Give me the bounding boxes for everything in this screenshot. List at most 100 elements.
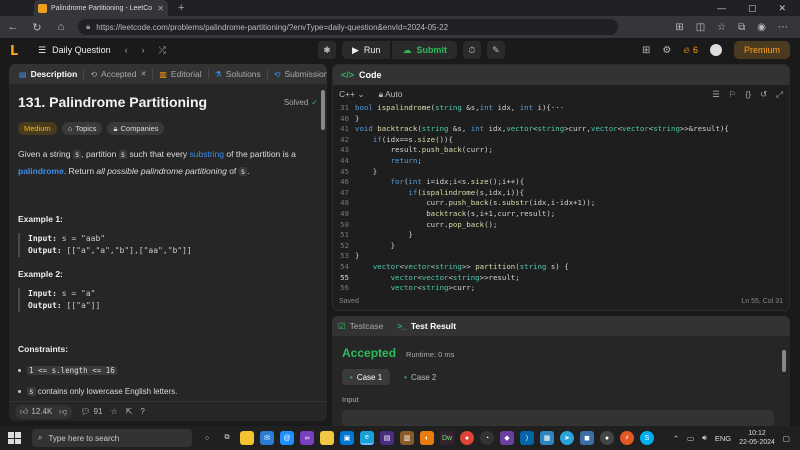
settings-gear-icon[interactable]: ⚙ (662, 45, 671, 56)
close-tab-icon[interactable]: ✕ (140, 70, 146, 78)
code-line[interactable]: 40} (333, 114, 789, 125)
braces-icon[interactable]: {} (745, 89, 751, 100)
github-icon[interactable]: ◔ (480, 431, 494, 445)
code-line[interactable]: 47 if(ispalindrome(s,idx,i)){ (333, 188, 789, 199)
code-editor[interactable]: 31 bool ispalindrome(string &s,int idx, i… (333, 103, 789, 293)
language-select[interactable]: C++ ⌄ (339, 89, 365, 100)
task-view-icon[interactable]: ⧉ (220, 431, 234, 445)
blender-icon[interactable]: ◐ (420, 431, 434, 445)
browser-tab[interactable]: Palindrome Partitioning - LeetCo ✕ (34, 0, 168, 16)
tab-submissions[interactable]: ⟲ Submissions (268, 69, 327, 79)
premium-button[interactable]: Premium (733, 41, 790, 59)
app-icon[interactable]: ◼ (580, 431, 594, 445)
tab-solutions[interactable]: ⚗ Solutions (209, 69, 268, 79)
tab-testcase[interactable]: ☑ Testcase (338, 321, 383, 332)
help-icon[interactable]: ? (140, 407, 144, 416)
dreamweaver-icon[interactable]: Dw (440, 431, 454, 445)
code-line[interactable]: 51 } (333, 230, 789, 241)
maximize-icon[interactable]: ▢ (748, 3, 757, 14)
clock[interactable]: 10:12 22-05-2024 (739, 429, 775, 447)
code-line[interactable]: 43 result.push_back(curr); (333, 145, 789, 156)
page-title[interactable]: 131. Palindrome Partitioning (18, 94, 207, 110)
daily-question-label[interactable]: Daily Question (52, 45, 111, 55)
palindrome-link[interactable]: palindrome (18, 166, 64, 176)
code-line[interactable]: 53} (333, 251, 789, 262)
collections-icon[interactable]: ⧉ (738, 22, 745, 33)
code-line[interactable]: 55 vector<vector<string>>result; (333, 273, 789, 284)
language-indicator[interactable]: ENG (715, 434, 731, 443)
contacts-icon[interactable]: @ (280, 431, 294, 445)
minimize-icon[interactable]: — (717, 3, 726, 14)
sticky-notes-icon[interactable] (320, 431, 334, 445)
tab-editorial[interactable]: ▥ Editorial (153, 69, 209, 79)
avatar[interactable] (709, 44, 722, 56)
telegram-icon[interactable]: ➤ (560, 431, 574, 445)
mail-icon[interactable]: ✉ (260, 431, 274, 445)
case-2-tab[interactable]: • Case 2 (396, 369, 444, 385)
profile-icon[interactable]: ◉ (757, 22, 766, 33)
autocomplete-toggle[interactable]: 🔒︎ Auto (379, 89, 403, 100)
description-scrollbar[interactable] (321, 90, 325, 130)
debug-icon[interactable]: ✱ (318, 41, 336, 59)
test-panel-scrollbar[interactable] (782, 350, 786, 372)
leetcode-logo-icon[interactable]: ᒪ (10, 43, 24, 58)
tab-description[interactable]: ▤ Description (13, 69, 85, 79)
notification-icon[interactable]: ▢ (783, 434, 790, 443)
address-bar[interactable]: 🔒︎ https://leetcode.com/problems/palindr… (78, 19, 618, 35)
code-line[interactable]: 41 void backtrack(string &s, int idx,vect… (333, 124, 789, 135)
terminal-app-icon[interactable]: ▤ (380, 431, 394, 445)
bookmark-icon[interactable]: ⚐ (729, 89, 737, 100)
photos-icon[interactable]: ▣ (340, 431, 354, 445)
split-screen-icon[interactable]: ◫ (696, 22, 705, 33)
star-icon[interactable]: ☆ (110, 407, 117, 416)
chevron-up-icon[interactable]: ⌃ (673, 434, 679, 443)
comments-button[interactable]: 💬︎ 91 (80, 407, 102, 416)
list-icon[interactable]: ☰ (38, 45, 46, 56)
more-options-icon[interactable]: ⋯ (778, 22, 788, 33)
windows-start-icon[interactable] (6, 430, 22, 446)
skype-icon[interactable]: S (640, 431, 654, 445)
new-tab-button[interactable]: + (178, 2, 184, 14)
timer-icon[interactable]: ⏱ (462, 41, 481, 59)
layout-icon[interactable]: ⊞ (642, 45, 650, 56)
notes-icon[interactable]: ✎ (486, 41, 505, 59)
volume-icon[interactable]: 🔊︎ (702, 433, 707, 443)
tab-test-result[interactable]: >_ Test Result (397, 321, 456, 331)
close-window-icon[interactable]: ✕ (778, 3, 786, 14)
streak-counter[interactable]: 🔥︎ 6 (683, 45, 698, 56)
close-tab-icon[interactable]: ✕ (157, 4, 164, 13)
fullscreen-icon[interactable]: ⤢ (776, 89, 783, 100)
extension-icon[interactable]: ⊞ (675, 22, 683, 33)
code-line[interactable]: 42 if(idx==s.size()){ (333, 135, 789, 146)
code-line[interactable]: 44 return; (333, 156, 789, 167)
submit-button[interactable]: ☁ Submit (392, 41, 457, 59)
substring-link[interactable]: substring (190, 149, 225, 159)
case-1-tab[interactable]: • Case 1 (342, 369, 391, 385)
home-icon[interactable]: ⌂ (54, 21, 68, 33)
code-line[interactable]: 31 bool ispalindrome(string &s,int idx, i… (333, 103, 789, 114)
code-line[interactable]: 45 } (333, 167, 789, 178)
code-line[interactable]: 50 curr.pop_back(); (333, 220, 789, 231)
code-line[interactable]: 54 vector<vector<string>> partition(stri… (333, 262, 789, 273)
tab-accepted[interactable]: ⟲ Accepted ✕ (84, 69, 154, 79)
visual-studio-icon[interactable]: ∞ (300, 431, 314, 445)
like-button[interactable]: 👍︎ 12.4K 👎︎ (15, 404, 73, 419)
run-button[interactable]: ▶ Run (342, 41, 391, 59)
share-icon[interactable]: ⇱ (126, 407, 133, 416)
code-line[interactable]: 46 for(int i=idx;i<s.size();i++){ (333, 177, 789, 188)
format-icon[interactable]: ☰ (712, 89, 720, 100)
refresh-icon[interactable]: ↻ (30, 21, 44, 34)
file-explorer-icon[interactable] (240, 431, 254, 445)
prev-problem-icon[interactable]: ‹ (125, 45, 128, 55)
app-icon[interactable]: ⚡ (620, 431, 634, 445)
reset-icon[interactable]: ↺ (760, 89, 767, 100)
app-icon[interactable]: ● (600, 431, 614, 445)
app-icon[interactable]: ◆ (500, 431, 514, 445)
next-problem-icon[interactable]: › (142, 45, 145, 55)
code-line[interactable]: 52 } (333, 241, 789, 252)
taskbar-search[interactable]: ⌕ Type here to search (32, 429, 192, 447)
vscode-icon[interactable]: ⟩ (520, 431, 534, 445)
network-icon[interactable]: ▭ (687, 434, 694, 443)
chrome-icon[interactable]: ● (460, 431, 474, 445)
archive-icon[interactable]: ▥ (400, 431, 414, 445)
